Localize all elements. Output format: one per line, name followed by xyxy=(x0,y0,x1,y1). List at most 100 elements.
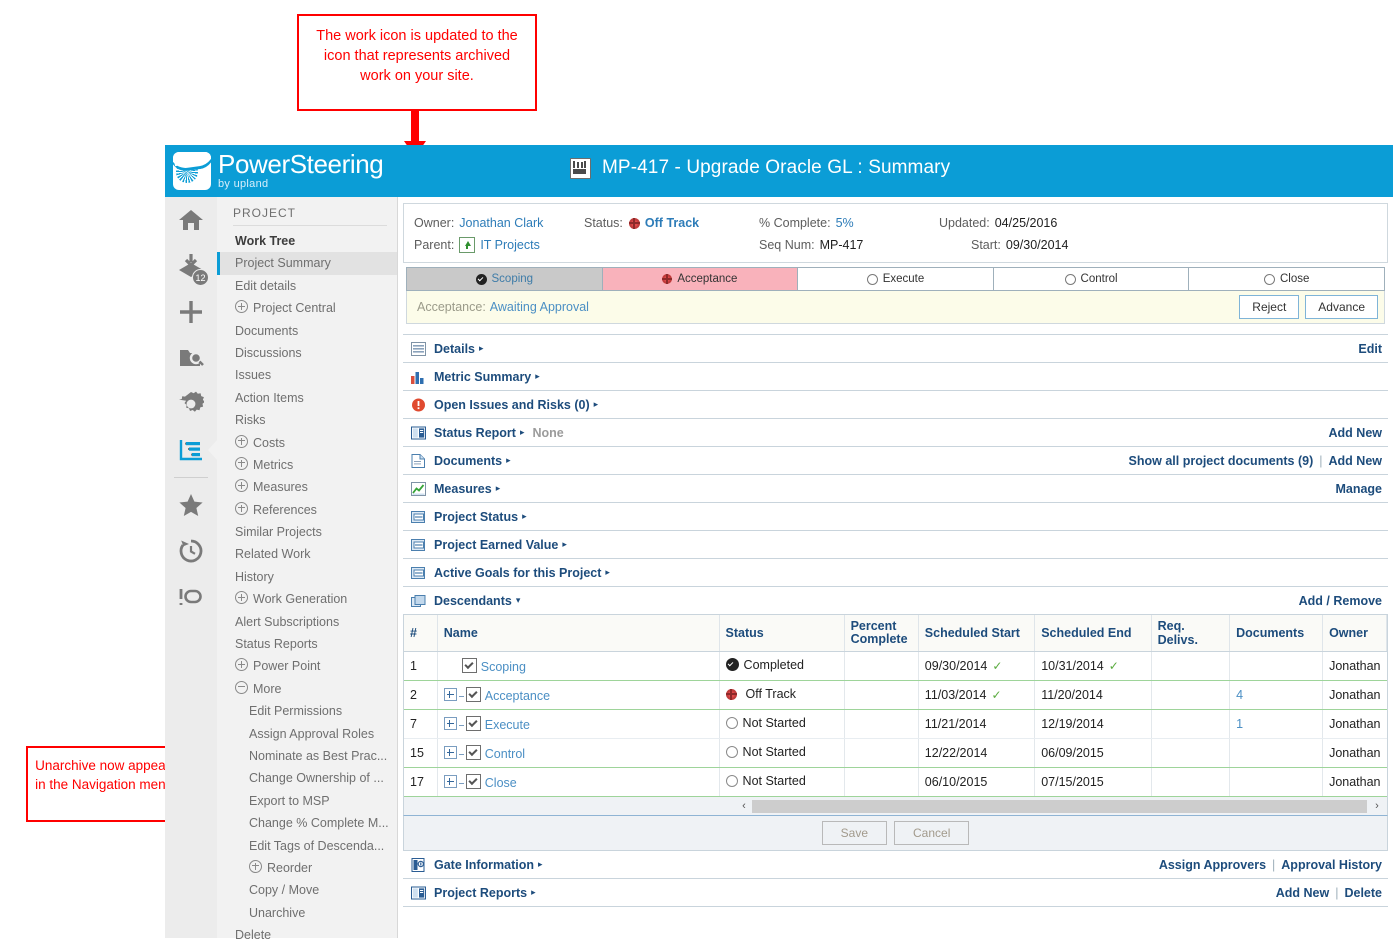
chevron-right-icon[interactable]: ▸ xyxy=(531,887,536,898)
nav-item-edit-details[interactable]: Edit details xyxy=(217,275,397,297)
nav-item-history[interactable]: History xyxy=(217,566,397,588)
nav-item-action-items[interactable]: Action Items xyxy=(217,387,397,409)
expand-icon[interactable] xyxy=(235,658,248,672)
nav-item-reorder[interactable]: Reorder xyxy=(217,857,397,879)
nav-item-edit-tags-of-descenda[interactable]: Edit Tags of Descenda... xyxy=(217,835,397,857)
settings-icon[interactable] xyxy=(165,381,217,427)
expand-icon[interactable] xyxy=(235,456,248,470)
nav-item-export-to-msp[interactable]: Export to MSP xyxy=(217,790,397,812)
chevron-right-icon[interactable]: ▸ xyxy=(520,427,525,438)
row-name-link[interactable]: Acceptance xyxy=(485,689,550,703)
chevron-right-icon[interactable]: ▸ xyxy=(538,859,543,870)
row-documents[interactable] xyxy=(1229,651,1324,681)
scroll-right-icon[interactable]: › xyxy=(1367,800,1387,812)
column-header-name[interactable]: Name xyxy=(437,615,720,652)
scroll-thumb[interactable] xyxy=(752,799,1367,813)
column-header-owner[interactable]: Owner xyxy=(1322,615,1387,652)
section-action-link[interactable]: Show all project documents (9) xyxy=(1129,454,1314,468)
nav-item-work-generation[interactable]: Work Generation xyxy=(217,588,397,610)
expand-icon[interactable] xyxy=(235,434,248,448)
expand-icon[interactable] xyxy=(235,479,248,493)
row-documents[interactable]: 1 xyxy=(1229,709,1324,739)
row-documents-link[interactable]: 4 xyxy=(1236,688,1243,702)
section-action-link[interactable]: Add New xyxy=(1329,426,1382,440)
percent-complete-value[interactable]: 5% xyxy=(836,216,854,230)
nav-item-costs[interactable]: Costs xyxy=(217,432,397,454)
row-documents[interactable] xyxy=(1229,738,1324,768)
phase-scoping[interactable]: Scoping xyxy=(407,268,603,290)
expand-row-icon[interactable] xyxy=(443,775,457,788)
row-name-link[interactable]: Execute xyxy=(485,718,530,732)
row-documents[interactable] xyxy=(1229,767,1324,797)
parent-value[interactable]: IT Projects xyxy=(480,238,540,252)
favorites-star-icon[interactable] xyxy=(165,482,217,528)
table-horizontal-scrollbar[interactable]: ‹ › xyxy=(403,797,1388,815)
chevron-right-icon[interactable]: ▸ xyxy=(496,483,501,494)
phase-close[interactable]: Close xyxy=(1189,268,1384,290)
collapse-icon[interactable] xyxy=(235,680,248,694)
nav-item-project-summary[interactable]: Project Summary xyxy=(217,252,397,276)
column-header-scheduled-start[interactable]: Scheduled Start xyxy=(918,615,1036,652)
row-checkbox[interactable] xyxy=(465,774,481,789)
advance-button[interactable]: Advance xyxy=(1305,295,1378,319)
section-row-active-goals-for-this-project[interactable]: Active Goals for this Project ▸ xyxy=(403,559,1388,587)
nav-item-risks[interactable]: Risks xyxy=(217,409,397,431)
row-name-link[interactable]: Close xyxy=(485,776,517,790)
row-name-link[interactable]: Control xyxy=(485,747,525,761)
table-row[interactable]: 15 Control Not Started 12/22/2014 06/09/2015… xyxy=(404,738,1387,768)
column-header-[interactable]: # xyxy=(404,615,438,652)
row-checkbox[interactable] xyxy=(465,745,481,760)
expand-row-icon[interactable] xyxy=(443,688,457,701)
chevron-right-icon[interactable]: ▸ xyxy=(479,343,484,354)
scroll-left-icon[interactable]: ‹ xyxy=(736,800,752,812)
expand-icon[interactable] xyxy=(235,300,248,314)
home-icon[interactable] xyxy=(165,197,217,243)
section-row-project-status[interactable]: Project Status ▸ xyxy=(403,503,1388,531)
chevron-right-icon[interactable]: ▸ xyxy=(605,567,610,578)
phase-control[interactable]: Control xyxy=(993,268,1190,290)
phase-acceptance[interactable]: Acceptance xyxy=(602,268,799,290)
nav-item-power-point[interactable]: Power Point xyxy=(217,655,397,677)
section-row-details[interactable]: Details ▸ Edit xyxy=(403,335,1388,363)
section-action-link[interactable]: Delete xyxy=(1344,886,1382,900)
section-row-metric-summary[interactable]: Metric Summary ▸ xyxy=(403,363,1388,391)
column-header-req-delivs[interactable]: Req. Delivs. xyxy=(1151,615,1231,652)
section-action-link[interactable]: Edit xyxy=(1358,342,1382,356)
nav-item-metrics[interactable]: Metrics xyxy=(217,454,397,476)
save-button[interactable]: Save xyxy=(821,821,887,845)
nav-item-edit-permissions[interactable]: Edit Permissions xyxy=(217,700,397,722)
nav-item-documents[interactable]: Documents xyxy=(217,320,397,342)
nav-item-project-central[interactable]: Project Central xyxy=(217,297,397,319)
status-value[interactable]: Off Track xyxy=(645,216,699,230)
approval-status[interactable]: Awaiting Approval xyxy=(490,300,589,314)
column-header-scheduled-end[interactable]: Scheduled End xyxy=(1034,615,1152,652)
nav-item-issues[interactable]: Issues xyxy=(217,364,397,386)
nav-item-unarchive[interactable]: Unarchive xyxy=(217,902,397,924)
nav-item-related-work[interactable]: Related Work xyxy=(217,543,397,565)
chevron-right-icon[interactable]: ▸ xyxy=(506,455,511,466)
chevron-right-icon[interactable]: ▸ xyxy=(562,539,567,550)
row-checkbox[interactable] xyxy=(465,687,481,702)
chevron-right-icon[interactable]: ▸ xyxy=(594,399,599,410)
section-action-link[interactable]: Assign Approvers xyxy=(1159,858,1266,872)
expand-row-icon[interactable] xyxy=(443,717,457,730)
expand-icon[interactable] xyxy=(235,591,248,605)
chevron-right-icon[interactable]: ▸ xyxy=(522,511,527,522)
row-checkbox[interactable] xyxy=(461,658,477,673)
section-row-project-reports[interactable]: Project Reports ▸ Add New | Delete xyxy=(403,879,1388,907)
column-header-status[interactable]: Status xyxy=(719,615,845,652)
links-icon[interactable] xyxy=(165,574,217,620)
browse-icon[interactable] xyxy=(165,335,217,381)
reports-icon[interactable] xyxy=(165,427,218,473)
reject-button[interactable]: Reject xyxy=(1239,295,1300,319)
chevron-down-icon[interactable]: ▾ xyxy=(516,595,521,606)
phase-execute[interactable]: Execute xyxy=(798,268,994,290)
section-row-open-issues-and-risks-0[interactable]: Open Issues and Risks (0) ▸ xyxy=(403,391,1388,419)
section-action-link[interactable]: Approval History xyxy=(1281,858,1382,872)
nav-item-discussions[interactable]: Discussions xyxy=(217,342,397,364)
nav-item-alert-subscriptions[interactable]: Alert Subscriptions xyxy=(217,611,397,633)
nav-item-change-ownership-of[interactable]: Change Ownership of ... xyxy=(217,767,397,789)
chevron-right-icon[interactable]: ▸ xyxy=(535,371,540,382)
nav-item-copy-move[interactable]: Copy / Move xyxy=(217,879,397,901)
add-icon[interactable] xyxy=(165,289,217,335)
